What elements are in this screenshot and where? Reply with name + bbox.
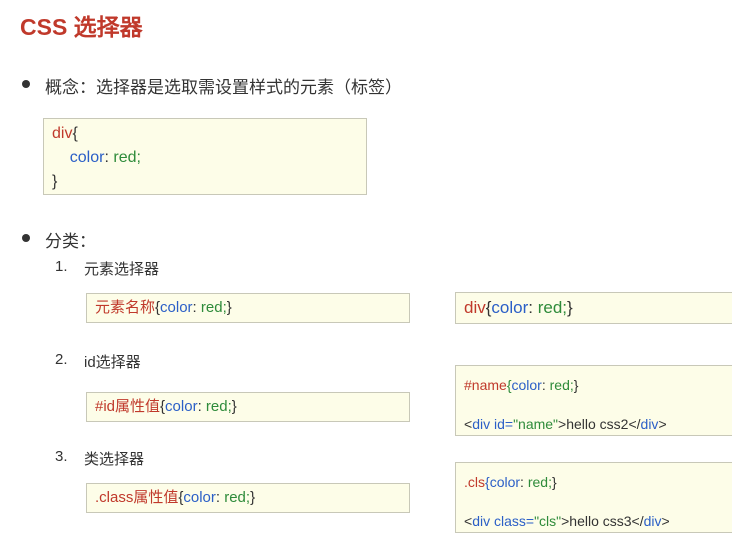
code-token: div: [643, 513, 662, 529]
code-token: }: [52, 173, 58, 190]
code-token: }: [226, 299, 232, 316]
code-token: div: [52, 125, 73, 142]
code-line: <div id="name">hello css2</div>: [464, 405, 732, 444]
id-selector-example-box: #name{color: red;} <div id="name">hello c…: [455, 365, 732, 436]
code-line: color: red;: [52, 146, 358, 170]
code-line: .cls{color: red;}: [464, 463, 732, 502]
code-token: .cls: [464, 474, 485, 490]
class-selector-example-box: .cls{color: red;} <div class="cls">hello …: [455, 462, 732, 533]
item-number: 1.: [55, 258, 68, 275]
code-line: div{color: red;}: [464, 297, 732, 319]
code-token: color: [489, 474, 521, 490]
item-number: 2.: [55, 351, 68, 368]
code-token: }: [573, 377, 579, 393]
code-token: 元素名称: [95, 299, 156, 316]
code-line: div{: [52, 122, 358, 146]
bullet-icon: [22, 234, 30, 242]
code-token: color: [183, 489, 216, 506]
code-token: :: [528, 298, 538, 317]
code-line: #name{color: red;}: [464, 366, 732, 405]
code-token: {: [72, 125, 78, 142]
code-token: :: [541, 377, 550, 393]
item-label-element-selector: 元素选择器: [84, 261, 160, 278]
concept-text: 概念：选择器是选取需设置样式的元素（标签）: [45, 78, 402, 97]
code-token: color: [160, 299, 193, 316]
code-token: color: [165, 398, 198, 415]
bullet-icon: [22, 80, 30, 88]
code-token: <: [464, 513, 473, 529]
code-token: div: [472, 416, 491, 432]
code-token: >: [658, 416, 667, 432]
code-token: div: [464, 298, 486, 317]
code-token: red;: [549, 377, 574, 393]
classification-label: 分类：: [45, 232, 96, 251]
code-token: #name: [464, 377, 507, 393]
code-token: red;: [200, 299, 227, 316]
code-token: >hello css2</: [558, 416, 641, 432]
code-token: :: [197, 398, 206, 415]
code-token: "cls": [534, 513, 562, 529]
code-line: .class属性值{color: red;}: [95, 488, 401, 508]
element-selector-syntax-box: 元素名称{color: red;}: [86, 293, 410, 323]
code-token: :: [520, 474, 528, 490]
item-label-class-selector: 类选择器: [84, 451, 145, 468]
code-token: color: [491, 298, 529, 317]
item-number: 3.: [55, 448, 68, 465]
code-token: "name": [513, 416, 559, 432]
concept-code-box: div{ color: red;}: [43, 118, 367, 195]
item-label-id-selector: id选择器: [84, 354, 141, 371]
code-line: <div class="cls">hello css3</div>: [464, 502, 732, 541]
code-token: >hello css3</: [561, 513, 644, 529]
code-token: :: [215, 489, 225, 506]
code-token: class=: [490, 513, 535, 529]
code-token: red;: [205, 398, 232, 415]
code-token: .class属性值: [95, 489, 179, 506]
code-token: >: [661, 513, 670, 529]
element-selector-example-box: div{color: red;}: [455, 292, 732, 324]
code-token: #id属性值: [95, 398, 161, 415]
code-token: red;: [527, 474, 552, 490]
code-line: }: [52, 170, 358, 194]
code-line: #id属性值{color: red;}: [95, 397, 401, 417]
code-token: id=: [490, 416, 514, 432]
code-token: red;: [224, 489, 251, 506]
page-title: CSS 选择器: [20, 14, 143, 40]
code-token: div: [472, 513, 491, 529]
code-token: red;: [537, 298, 568, 317]
code-token: <: [464, 416, 473, 432]
code-token: :: [192, 299, 201, 316]
code-token: color: [69, 149, 105, 166]
code-token: }: [567, 298, 573, 317]
code-token: div: [640, 416, 659, 432]
code-token: }: [250, 489, 256, 506]
code-token: color: [511, 377, 542, 393]
code-token: red;: [113, 149, 141, 166]
code-token: }: [551, 474, 557, 490]
class-selector-syntax-box: .class属性值{color: red;}: [86, 483, 410, 513]
code-token: }: [231, 398, 237, 415]
id-selector-syntax-box: #id属性值{color: red;}: [86, 392, 410, 422]
code-line: 元素名称{color: red;}: [95, 298, 401, 318]
